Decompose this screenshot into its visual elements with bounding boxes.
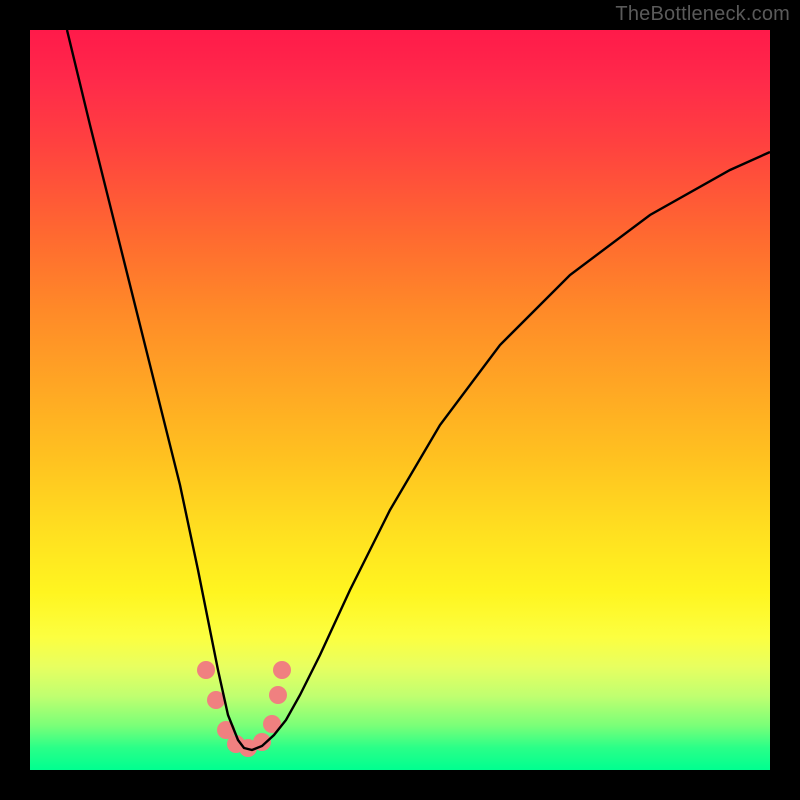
watermark-text: TheBottleneck.com <box>615 3 790 26</box>
marker-dot <box>273 661 291 679</box>
chart-frame: TheBottleneck.com <box>0 0 800 800</box>
marker-dot <box>197 661 215 679</box>
bottleneck-curve <box>67 30 770 750</box>
marker-dots-group <box>197 661 291 757</box>
bottleneck-curve-svg <box>30 30 770 770</box>
marker-dot <box>269 686 287 704</box>
plot-area <box>30 30 770 770</box>
